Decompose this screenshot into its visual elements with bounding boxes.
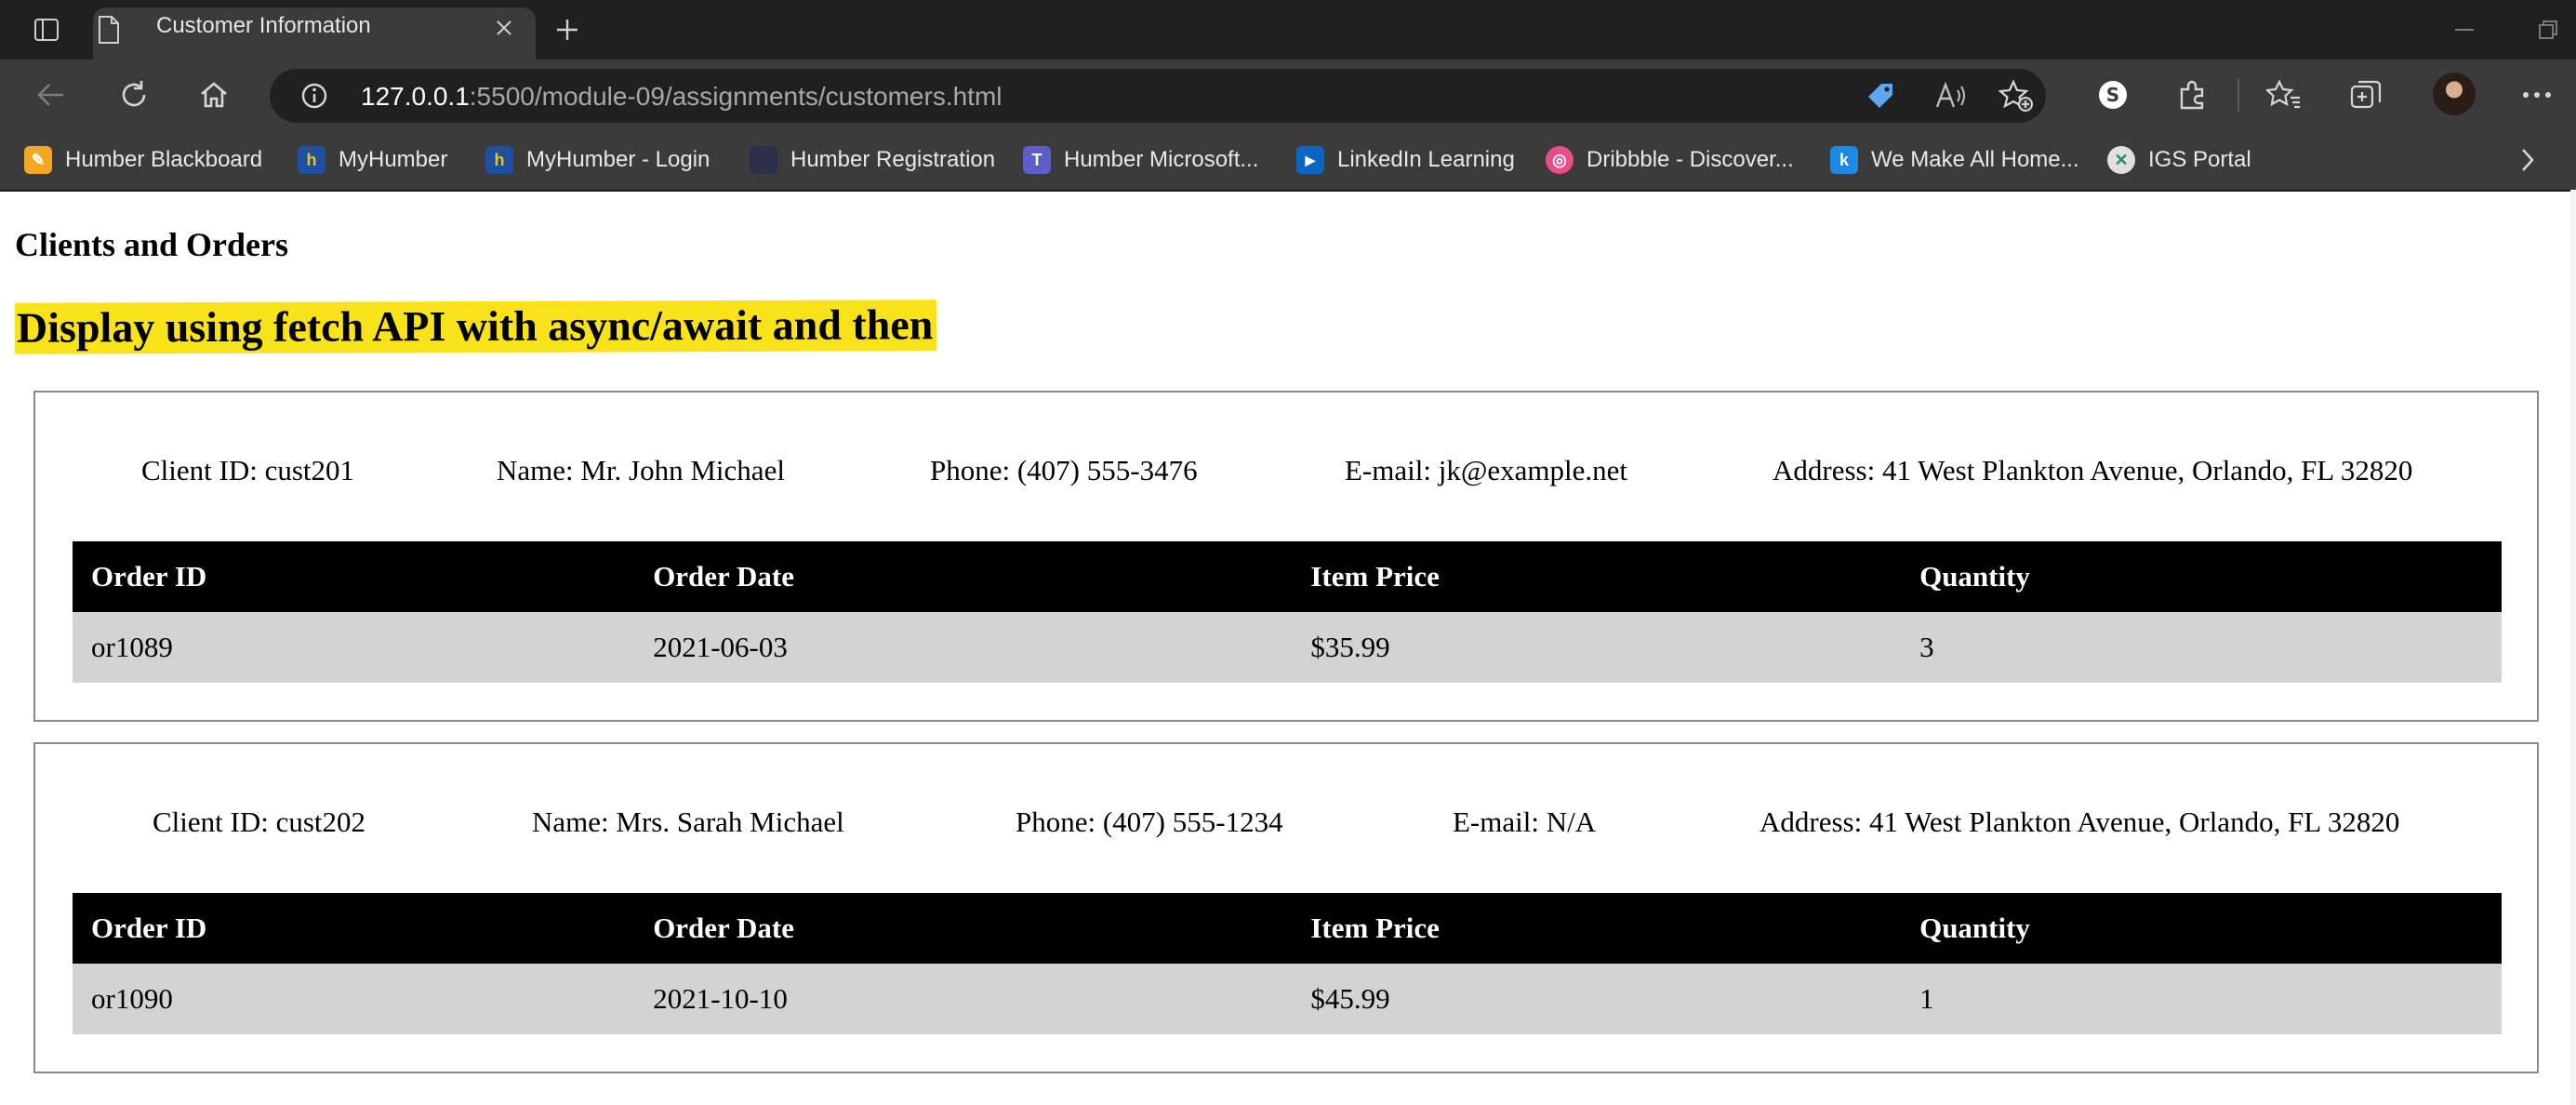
client-info-row: Client ID: cust202 Name: Mrs. Sarah Mich… [35,805,2537,843]
client-phone: Phone: (407) 555-1234 [1016,805,1283,838]
quantity-cell: 1 [1901,964,2502,1034]
client-id: Client ID: cust201 [141,454,355,486]
teams-icon: T [1023,146,1051,174]
orders-table: Order ID Order Date Item Price Quantity … [73,541,2502,683]
bookmark-label: MyHumber - Login [526,147,710,172]
collections-icon[interactable] [2344,74,2388,115]
chevron-right-icon[interactable] [2511,141,2544,179]
add-favorite-icon[interactable] [1998,78,2035,113]
table-header-row: Order ID Order Date Item Price Quantity [73,893,2502,964]
back-icon[interactable] [28,74,73,115]
column-header: Order ID [73,541,635,612]
page-scrollbar[interactable] [2570,190,2576,1105]
address-bar[interactable]: 127.0.0.1:5500/module-09/assignments/cus… [270,69,2046,123]
site-info-icon[interactable] [296,78,333,113]
humber-icon: h [298,146,325,174]
extension-s-icon[interactable]: S [2091,74,2135,115]
column-header: Order Date [634,893,1293,964]
bookmark-label: Humber Blackboard [65,147,263,172]
column-header: Item Price [1292,893,1902,964]
client-email: E-mail: jk@example.net [1345,454,1628,486]
navigation-toolbar: 127.0.0.1:5500/module-09/assignments/cus… [0,60,2576,130]
table-header-row: Order ID Order Date Item Price Quantity [73,541,2502,612]
order-id-cell: or1089 [73,612,635,683]
restore-icon[interactable] [2531,15,2565,45]
url-host: 127.0.0.1 [361,82,470,111]
favorites-icon[interactable] [2262,74,2306,115]
humber-icon: h [485,146,513,174]
page-content: Clients and Orders Display using fetch A… [0,192,2570,1105]
new-tab-icon[interactable] [549,11,586,48]
profile-avatar[interactable] [2433,73,2476,115]
bookmark-humber-microsoft[interactable]: T Humber Microsoft... [1023,141,1258,179]
column-header: Order Date [634,541,1293,612]
bookmark-label: IGS Portal [2148,147,2251,172]
client-email: E-mail: N/A [1453,805,1597,838]
bookmark-label: Humber Registration [790,147,996,172]
url-path: :5500/module-09/assignments/customers.ht… [469,82,1003,111]
item-price-cell: $45.99 [1292,964,1902,1034]
client-name: Name: Mrs. Sarah Michael [532,805,844,838]
client-name: Name: Mr. John Michael [497,454,785,486]
order-date-cell: 2021-10-10 [634,964,1293,1034]
bookmark-igs-portal[interactable]: ✕ IGS Portal [2107,141,2251,179]
refresh-icon[interactable] [112,74,156,115]
blackboard-icon: ✎ [24,146,52,174]
column-header: Quantity [1901,541,2502,612]
close-tab-icon[interactable] [489,13,519,43]
more-options-icon[interactable] [2515,74,2559,115]
bookmark-label: LinkedIn Learning [1337,147,1515,172]
toolbar-separator [2237,78,2239,112]
minimize-icon[interactable] [2448,17,2481,43]
client-card: Client ID: cust202 Name: Mrs. Sarah Mich… [33,742,2539,1073]
bookmark-label: We Make All Home... [1871,147,2079,172]
tab-actions-icon[interactable] [13,9,80,50]
svg-text:S: S [2106,84,2119,106]
url-text[interactable]: 127.0.0.1:5500/module-09/assignments/cus… [361,82,1003,112]
bookmarks-bar: ✎ Humber Blackboard h MyHumber h MyHumbe… [0,130,2576,192]
table-row: or1089 2021-06-03 $35.99 3 [73,612,2502,683]
bookmark-myhumber-login[interactable]: h MyHumber - Login [485,141,710,179]
tab-title: Customer Information [156,13,371,38]
column-header: Quantity [1901,893,2502,964]
bookmark-myhumber[interactable]: h MyHumber [298,141,447,179]
bookmark-label: MyHumber [339,147,448,172]
bookmark-humber-blackboard[interactable]: ✎ Humber Blackboard [24,141,262,179]
column-header: Order ID [73,893,635,964]
bookmark-label: Dribbble - Discover... [1587,147,1794,172]
linkedin-learning-icon: ▶ [1296,146,1324,174]
client-card: Client ID: cust201 Name: Mr. John Michae… [33,391,2539,722]
table-row: or1090 2021-10-10 $45.99 1 [73,964,2502,1034]
tab-strip: Customer Information [0,0,2576,60]
page-subheading: Display using fetch API with async/await… [14,300,937,354]
bookmark-linkedin-learning[interactable]: ▶ LinkedIn Learning [1296,141,1515,179]
registration-icon [750,146,777,174]
page-icon [97,15,121,49]
bookmark-we-make-all-home[interactable]: k We Make All Home... [1830,141,2079,179]
bookmark-dribbble[interactable]: ◎ Dribbble - Discover... [1546,141,1794,179]
client-phone: Phone: (407) 555-3476 [930,454,1198,486]
client-address: Address: 41 West Plankton Avenue, Orland… [1773,454,2413,486]
column-header: Item Price [1292,541,1902,612]
k-icon: k [1830,146,1858,174]
quantity-cell: 3 [1901,612,2502,683]
order-id-cell: or1090 [73,964,635,1034]
page-heading: Clients and Orders [15,226,289,263]
client-info-row: Client ID: cust201 Name: Mr. John Michae… [35,454,2537,491]
client-address: Address: 41 West Plankton Avenue, Orland… [1759,805,2400,838]
bookmark-humber-registration[interactable]: Humber Registration [750,141,995,179]
client-id: Client ID: cust202 [153,805,366,838]
item-price-cell: $35.99 [1292,612,1902,683]
orders-table: Order ID Order Date Item Price Quantity … [73,893,2502,1034]
order-date-cell: 2021-06-03 [634,612,1293,683]
extensions-icon[interactable] [2171,74,2215,115]
igs-icon: ✕ [2107,146,2135,174]
dribbble-icon: ◎ [1546,146,1573,174]
coupon-tag-icon[interactable] [1862,78,1899,113]
bookmark-label: Humber Microsoft... [1064,147,1259,172]
home-icon[interactable] [192,74,236,115]
read-aloud-icon[interactable] [1932,78,1970,113]
